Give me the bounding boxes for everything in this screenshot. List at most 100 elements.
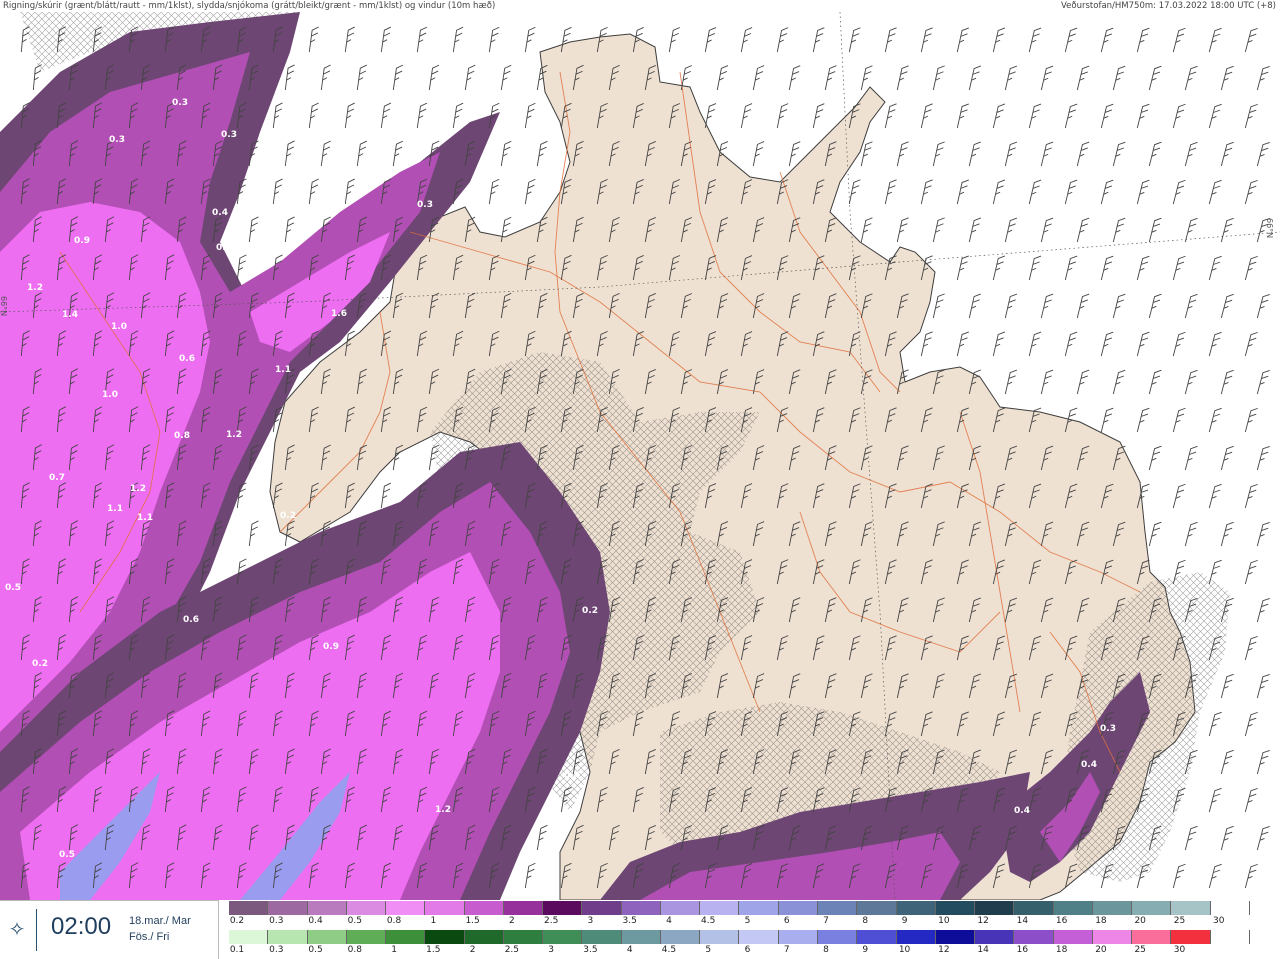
legend-label: 10 bbox=[898, 945, 911, 955]
forecast-day: Fös./ Fri bbox=[129, 931, 170, 943]
legend-label: 9 bbox=[901, 916, 908, 926]
legend-swatch bbox=[307, 901, 347, 915]
legend-label: 18 bbox=[1055, 945, 1068, 955]
legend-label: 3 bbox=[548, 945, 555, 955]
legend-swatch bbox=[896, 901, 936, 915]
legend-swatch bbox=[857, 901, 897, 915]
divider bbox=[36, 909, 37, 951]
legend-swatch bbox=[896, 930, 936, 944]
precip-value: 1.1 bbox=[107, 504, 123, 514]
legend-label: 4.5 bbox=[701, 916, 716, 926]
precip-value: 0.4 bbox=[216, 243, 232, 253]
color-legend: 0.2 0.3 0.4 0.5 0.8 1 1.5 2 2.5 3 3.5 4 4.5 5 6 7 8 9 10 12… bbox=[229, 901, 1279, 958]
legend-swatch bbox=[857, 930, 897, 944]
legend-label: 3.5 bbox=[622, 916, 637, 926]
legend-swatch bbox=[1014, 930, 1054, 944]
legend-label: 20 bbox=[1095, 945, 1107, 955]
legend-swatch bbox=[739, 930, 779, 944]
legend-swatch bbox=[935, 901, 976, 915]
legend-swatch bbox=[1132, 901, 1172, 915]
precip-value: 1.0 bbox=[102, 390, 118, 400]
legend-label: 6 bbox=[783, 916, 790, 926]
legend-label: 2.5 bbox=[543, 916, 559, 926]
precip-value: 1.2 bbox=[130, 484, 146, 494]
legend-label: 8 bbox=[862, 916, 869, 926]
legend-swatch bbox=[975, 901, 1015, 915]
precip-value: 0.8 bbox=[174, 431, 190, 441]
legend-swatch bbox=[1210, 930, 1250, 944]
legend-rain-scale bbox=[229, 930, 1250, 944]
precip-value: 0.2 bbox=[280, 511, 296, 521]
model-run-info: Veðurstofan/HM750m: 17.03.2022 18:00 UTC… bbox=[1061, 1, 1276, 11]
legend-swatch bbox=[1171, 901, 1211, 915]
legend-swatch bbox=[386, 901, 426, 915]
legend-label: 6 bbox=[744, 945, 751, 955]
legend-label: 30 bbox=[1173, 945, 1186, 955]
legend-swatch bbox=[464, 901, 504, 915]
forecast-date: 18.mar./ Mar bbox=[129, 915, 191, 927]
precip-value: 0.4 bbox=[1014, 806, 1030, 816]
precip-value: 1.0 bbox=[111, 322, 127, 332]
legend-swatch bbox=[1132, 930, 1172, 944]
legend-swatch bbox=[1053, 930, 1093, 944]
legend-label: 1.5 bbox=[426, 945, 441, 955]
legend-swatch bbox=[700, 901, 740, 915]
precip-value: 1.1 bbox=[275, 365, 291, 375]
legend-swatch bbox=[778, 930, 818, 944]
time-panel: ✧ 02:00 18.mar./ Mar Fös./ Fri bbox=[0, 900, 219, 959]
precip-value: 0.3 bbox=[109, 135, 125, 145]
legend-label: 0.4 bbox=[308, 916, 323, 926]
precip-value: 0.6 bbox=[183, 615, 199, 625]
precip-value: 0.2 bbox=[582, 606, 598, 616]
play-icon[interactable]: ✧ bbox=[6, 918, 28, 940]
legend-swatch bbox=[621, 901, 661, 915]
precip-value: 0.3 bbox=[172, 98, 188, 108]
legend-label: 0.1 bbox=[229, 945, 245, 955]
legend-label: 0.8 bbox=[347, 945, 362, 955]
legend-label: 1 bbox=[391, 945, 397, 955]
precip-value: 1.2 bbox=[226, 430, 242, 440]
legend-label: 1.5 bbox=[465, 916, 480, 926]
legend-label: 0.2 bbox=[229, 916, 245, 926]
precip-value: 0.3 bbox=[221, 130, 237, 140]
precip-value: 0.6 bbox=[179, 354, 195, 364]
legend-label: 16 bbox=[1055, 916, 1068, 926]
legend-label: 20 bbox=[1134, 916, 1146, 926]
legend-label: 14 bbox=[1016, 916, 1029, 926]
legend-swatch bbox=[1171, 930, 1211, 944]
legend-label: 0.3 bbox=[269, 916, 284, 926]
legend-swatch bbox=[621, 930, 661, 944]
legend-label: 2 bbox=[509, 916, 515, 926]
legend-label: 1 bbox=[430, 916, 437, 926]
weather-map[interactable]: 0.3 0.3 0.3 0.4 0.4 0.3 0.9 1.2 1.4 1.0 1.6 0.6 1.1 1… bbox=[0, 12, 1280, 900]
legend-label: 0.3 bbox=[269, 945, 284, 955]
legend-snow-labels: 0.2 0.3 0.4 0.5 0.8 1 1.5 2 2.5 3 3.5 4 4.5 5 6 7 8 9 10 12… bbox=[229, 916, 1279, 928]
legend-label: 12 bbox=[938, 945, 950, 955]
precip-value: 1.1 bbox=[137, 513, 153, 523]
legend-swatch bbox=[739, 901, 779, 915]
legend-swatch bbox=[1092, 901, 1133, 915]
legend-swatch bbox=[1014, 901, 1054, 915]
legend-label: 0.5 bbox=[347, 916, 362, 926]
precip-value: 0.4 bbox=[1081, 760, 1097, 770]
legend-swatch bbox=[307, 930, 347, 944]
legend-swatch bbox=[582, 901, 622, 915]
legend-swatch bbox=[778, 901, 818, 915]
legend-swatch bbox=[582, 930, 622, 944]
legend-snow-scale bbox=[229, 901, 1250, 915]
legend-label: 25 bbox=[1173, 916, 1186, 926]
precip-value: 0.7 bbox=[49, 473, 65, 483]
precip-value: 1.2 bbox=[435, 805, 451, 815]
legend-label: 16 bbox=[1016, 945, 1029, 955]
legend-swatch bbox=[660, 901, 701, 915]
legend-swatch bbox=[817, 901, 858, 915]
legend-swatch bbox=[503, 901, 544, 915]
legend-swatch bbox=[1053, 901, 1093, 915]
forecast-time: 02:00 bbox=[51, 913, 112, 940]
precip-value: 0.5 bbox=[5, 583, 21, 593]
legend-label: 7 bbox=[823, 916, 829, 926]
precip-value: 1.2 bbox=[27, 283, 43, 293]
legend-label: 4.5 bbox=[661, 945, 677, 955]
legend-label: 4 bbox=[666, 916, 672, 926]
legend-swatch bbox=[346, 901, 387, 915]
